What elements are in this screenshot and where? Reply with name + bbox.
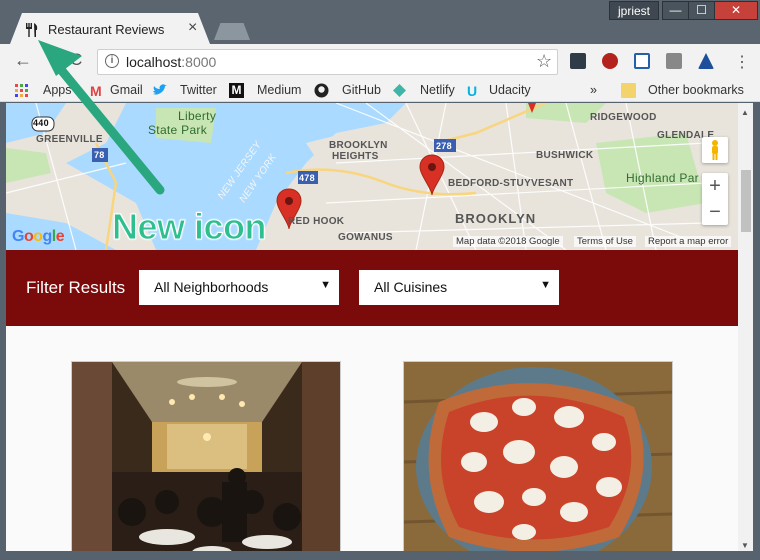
annotation-new-icon-label: New icon [111,206,267,248]
annotation-arrow [38,40,165,195]
